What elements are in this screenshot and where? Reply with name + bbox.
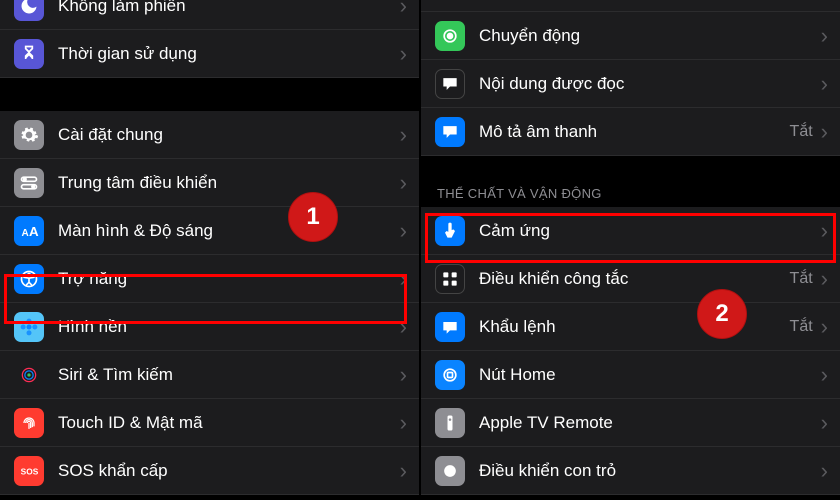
chevron-right-icon: › bbox=[400, 124, 407, 146]
row-wallpaper[interactable]: Hình nền › bbox=[0, 303, 419, 351]
row-label: Cài đặt chung bbox=[58, 125, 400, 145]
voice-icon bbox=[435, 312, 465, 342]
svg-text:SOS: SOS bbox=[21, 466, 39, 476]
chevron-right-icon: › bbox=[400, 412, 407, 434]
chevron-right-icon: › bbox=[821, 73, 828, 95]
section-gap bbox=[421, 156, 840, 178]
text-size-icon: AA bbox=[14, 216, 44, 246]
chevron-right-icon: › bbox=[821, 316, 828, 338]
row-voice-control[interactable]: Khẩu lệnh Tắt › bbox=[421, 303, 840, 351]
chevron-right-icon: › bbox=[400, 172, 407, 194]
row-siri[interactable]: Siri & Tìm kiếm › bbox=[0, 351, 419, 399]
row-do-not-disturb[interactable]: Không làm phiền › bbox=[0, 0, 419, 30]
chevron-right-icon: › bbox=[400, 220, 407, 242]
settings-right-panel: Chuyển động › Nội dung được đọc › Mô tả … bbox=[421, 0, 840, 500]
row-label: Nội dung được đọc bbox=[479, 74, 821, 94]
touch-icon bbox=[435, 216, 465, 246]
row-label: Nút Home bbox=[479, 365, 821, 385]
row-label: Trung tâm điều khiển bbox=[58, 173, 400, 193]
row-control-center[interactable]: Trung tâm điều khiển › bbox=[0, 159, 419, 207]
row-screen-time[interactable]: Thời gian sử dụng › bbox=[0, 30, 419, 78]
row-accessibility[interactable]: Trợ năng › bbox=[0, 255, 419, 303]
row-label: SOS khẩn cấp bbox=[58, 461, 400, 481]
moon-icon bbox=[14, 0, 44, 21]
gear-icon bbox=[14, 120, 44, 150]
flower-icon bbox=[14, 312, 44, 342]
row-audio-desc[interactable]: Mô tả âm thanh Tắt › bbox=[421, 108, 840, 156]
speech-icon bbox=[435, 69, 465, 99]
row-label: Thời gian sử dụng bbox=[58, 44, 400, 64]
accessibility-icon bbox=[14, 264, 44, 294]
row-label: Mô tả âm thanh bbox=[479, 122, 790, 142]
switches-icon bbox=[14, 168, 44, 198]
settings-left-panel: Không làm phiền › Thời gian sử dụng › Cà… bbox=[0, 0, 421, 500]
chevron-right-icon: › bbox=[821, 460, 828, 482]
svg-text:A: A bbox=[29, 224, 39, 239]
row-display[interactable]: AA Màn hình & Độ sáng › bbox=[0, 207, 419, 255]
row-value: Tắt bbox=[790, 318, 813, 336]
row-label: Chuyển động bbox=[479, 26, 821, 46]
remote-icon bbox=[435, 408, 465, 438]
row-general[interactable]: Cài đặt chung › bbox=[0, 111, 419, 159]
row-switch-control[interactable]: Điều khiển công tắc Tắt › bbox=[421, 255, 840, 303]
motion-icon bbox=[435, 21, 465, 51]
row-label: Không làm phiền bbox=[58, 0, 400, 16]
row-value: Tắt bbox=[790, 123, 813, 141]
fingerprint-icon bbox=[14, 408, 44, 438]
sos-icon: SOS bbox=[14, 456, 44, 486]
chevron-right-icon: › bbox=[821, 220, 828, 242]
row-label: Apple TV Remote bbox=[479, 413, 821, 433]
annotation-badge-2: 2 bbox=[697, 289, 747, 339]
row-label: Siri & Tìm kiếm bbox=[58, 365, 400, 385]
chevron-right-icon: › bbox=[400, 316, 407, 338]
row-sos[interactable]: SOS SOS khẩn cấp › bbox=[0, 447, 419, 495]
row-value: Tắt bbox=[790, 270, 813, 288]
chevron-right-icon: › bbox=[821, 412, 828, 434]
row-spoken-content[interactable]: Nội dung được đọc › bbox=[421, 60, 840, 108]
row-motion[interactable]: Chuyển động › bbox=[421, 12, 840, 60]
chevron-right-icon: › bbox=[400, 0, 407, 17]
row-label: Hình nền bbox=[58, 317, 400, 337]
chevron-right-icon: › bbox=[821, 364, 828, 386]
annotation-badge-1: 1 bbox=[288, 192, 338, 242]
row-label: Trợ năng bbox=[58, 269, 400, 289]
row-label: Touch ID & Mật mã bbox=[58, 413, 400, 433]
section-header-physical: THỂ CHẤT VÀ VẬN ĐỘNG bbox=[421, 178, 840, 207]
audio-bubble-icon bbox=[435, 117, 465, 147]
chevron-right-icon: › bbox=[400, 43, 407, 65]
row-label: Cảm ứng bbox=[479, 221, 821, 241]
chevron-right-icon: › bbox=[821, 25, 828, 47]
grid-icon bbox=[435, 264, 465, 294]
row-home-button[interactable]: Nút Home › bbox=[421, 351, 840, 399]
svg-text:A: A bbox=[22, 228, 29, 239]
pointer-icon bbox=[435, 456, 465, 486]
chevron-right-icon: › bbox=[400, 460, 407, 482]
hourglass-icon bbox=[14, 39, 44, 69]
row-label: Màn hình & Độ sáng bbox=[58, 221, 400, 241]
chevron-right-icon: › bbox=[821, 268, 828, 290]
chevron-right-icon: › bbox=[400, 268, 407, 290]
section-gap bbox=[0, 78, 419, 111]
row-touch[interactable]: Cảm ứng › bbox=[421, 207, 840, 255]
siri-icon bbox=[14, 360, 44, 390]
row-pointer-control[interactable]: Điều khiển con trỏ › bbox=[421, 447, 840, 495]
row-apple-tv-remote[interactable]: Apple TV Remote › bbox=[421, 399, 840, 447]
chevron-right-icon: › bbox=[821, 121, 828, 143]
row-touch-id[interactable]: Touch ID & Mật mã › bbox=[0, 399, 419, 447]
row-label: Điều khiển công tắc bbox=[479, 269, 790, 289]
home-button-icon bbox=[435, 360, 465, 390]
row-label: Điều khiển con trỏ bbox=[479, 461, 821, 481]
chevron-right-icon: › bbox=[400, 364, 407, 386]
